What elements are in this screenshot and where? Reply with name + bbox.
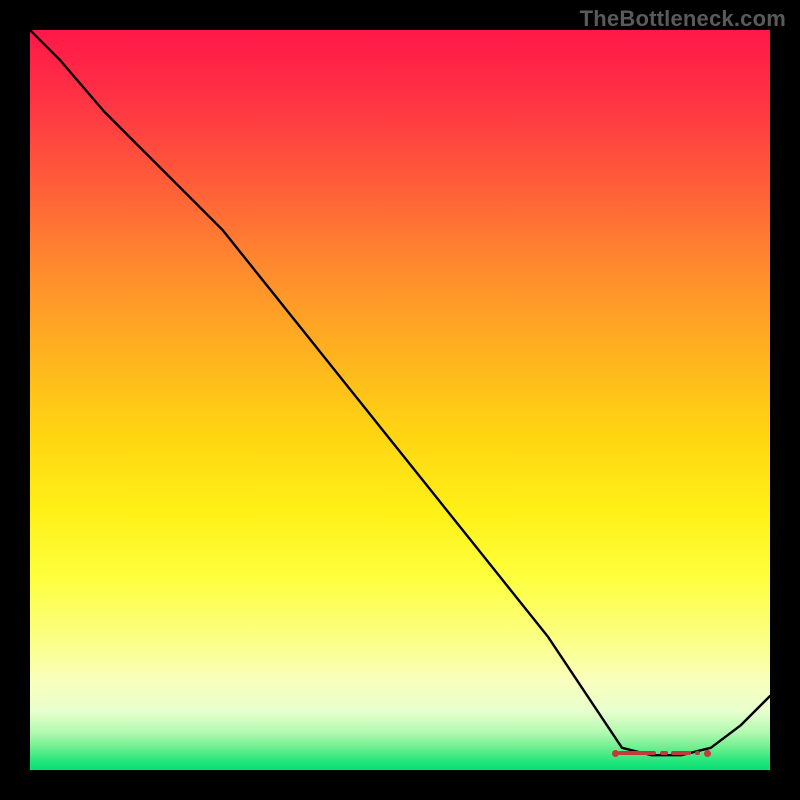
marker-bar bbox=[671, 751, 691, 755]
watermark-text: TheBottleneck.com bbox=[580, 6, 786, 32]
chart-container: TheBottleneck.com bbox=[0, 0, 800, 800]
plot-area bbox=[30, 30, 770, 770]
marker-bar bbox=[660, 751, 668, 755]
bottleneck-curve bbox=[30, 30, 770, 755]
marker-bar bbox=[618, 751, 656, 755]
curve-overlay bbox=[30, 30, 770, 770]
optimal-range-marker bbox=[616, 750, 716, 756]
marker-bar bbox=[695, 751, 700, 755]
marker-dot bbox=[704, 750, 711, 757]
